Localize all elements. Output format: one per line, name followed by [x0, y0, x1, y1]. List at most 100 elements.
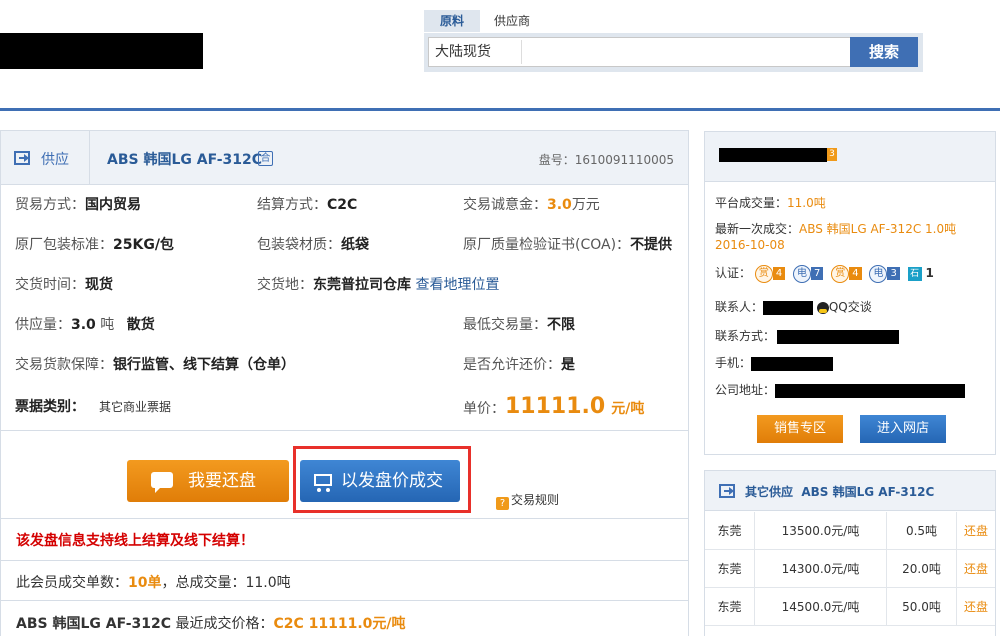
price-cell: 14500.0元/吨	[755, 588, 887, 626]
offer-type-label: 供应	[41, 152, 69, 168]
price-unit: 元/吨	[611, 401, 645, 417]
other-title-prefix: 其它供应	[745, 485, 794, 499]
offer-row-6: 票据类别： 其它商业票据 单价：11111.0 元/吨	[15, 387, 675, 427]
stone-count: 1	[925, 266, 934, 280]
mobile-label: 手机：	[715, 356, 752, 370]
counter-offer-button[interactable]: 我要还盘	[127, 460, 289, 502]
counter-offer-link[interactable]: 还盘	[957, 512, 995, 550]
trade-mode-value: 国内贸易	[85, 197, 141, 213]
stone-icon: 石	[907, 266, 922, 281]
offer-row-3: 交货时间：现货 交货地：东莞普拉司仓库 查看地理位置	[15, 265, 675, 305]
contact-label: 联系人：	[715, 300, 764, 314]
field-label: 交易货款保障：	[15, 357, 113, 373]
field-label: 包装袋材质：	[257, 237, 341, 253]
trade-rules-link[interactable]: ? 交易规则	[496, 491, 559, 510]
lot-number: 盘号：1610091110005	[539, 151, 674, 168]
field-label: 交易诚意金：	[463, 197, 547, 213]
search-button[interactable]: 搜索	[850, 37, 918, 67]
field-label: 结算方式：	[257, 197, 327, 213]
header-divider	[0, 108, 1000, 111]
offer-row-5: 交易货款保障：银行监管、线下结算（仓单） 是否允许还价：是	[15, 345, 675, 385]
delivery-time-value: 现货	[85, 277, 113, 293]
lot-value: 1610091110005	[574, 153, 674, 167]
bill-type-value: 其它商业票据	[99, 400, 172, 414]
field-label: 单价：	[463, 401, 505, 417]
settlement-notice: 该发盘信息支持线上结算及线下结算！	[16, 533, 254, 549]
reward-icon: 赏	[754, 264, 773, 283]
company-address: 公司地址：	[715, 381, 966, 398]
table-row: 东莞 14300.0元/吨 20.0吨 还盘	[705, 550, 995, 588]
offer-row-2: 原厂包装标准：25KG/包 包装袋材质：纸袋 原厂质量检验证书(COA)：不提供	[15, 225, 675, 265]
qq-chat-link[interactable]: QQ交谈	[816, 300, 872, 314]
lot-label: 盘号：	[538, 153, 575, 167]
last-price-label: 最近成交价格：	[175, 616, 274, 632]
counter-offer-link[interactable]: 还盘	[957, 588, 995, 626]
stats-label: 此会员成交单数：	[16, 575, 128, 591]
place-cell: 东莞	[705, 588, 755, 626]
orders-count: 10单	[128, 575, 162, 591]
cert-count: 7	[811, 267, 824, 280]
volume-label: ，总成交量：	[161, 575, 246, 591]
header-separator	[89, 131, 90, 185]
bargain-value: 是	[561, 357, 575, 373]
qty-cell: 0.5吨	[887, 512, 957, 550]
tab-material[interactable]: 原料	[424, 10, 480, 32]
delivery-place-value: 东莞普拉司仓库	[313, 277, 411, 293]
search-input[interactable]: 大陆现货	[428, 37, 854, 67]
counter-offer-link[interactable]: 还盘	[957, 550, 995, 588]
supply-arrow-icon	[719, 484, 735, 498]
divider	[0, 430, 689, 431]
platform-volume: 平台成交量：11.0吨	[715, 194, 826, 211]
certifications: 认证： 赏4 电7 赏4 电3 石 1	[715, 264, 934, 283]
question-icon: ?	[496, 497, 509, 510]
level-badge: 3	[827, 148, 837, 161]
supply-arrow-icon	[14, 151, 30, 165]
member-stats: 此会员成交单数：10单，总成交量：11.0吨	[16, 572, 291, 592]
address-label: 公司地址：	[715, 383, 776, 397]
latest-deal-label: 最新一次成交：	[715, 222, 800, 236]
deposit-unit: 万元	[571, 197, 600, 213]
divider	[0, 560, 689, 561]
last-price-value: C2C 11111.0元/吨	[273, 616, 406, 632]
reward-icon: 赏	[831, 264, 850, 283]
tab-supplier[interactable]: 供应商	[484, 10, 540, 32]
price-cell: 14300.0元/吨	[755, 550, 887, 588]
counter-offer-label: 我要还盘	[188, 471, 256, 491]
pack-standard-value: 25KG/包	[113, 237, 174, 253]
view-location-link[interactable]: 查看地理位置	[415, 277, 499, 293]
supply-qty-unit: 吨	[100, 317, 115, 333]
other-title-product: ABS 韩国LG AF-312C	[801, 485, 935, 499]
price-value: 11111.0	[505, 394, 606, 419]
field-label: 交货时间：	[15, 277, 85, 293]
offer-row-1: 贸易方式：国内贸易 结算方式：C2C 交易诚意金：3.0万元	[15, 185, 675, 225]
mobile: 手机：	[715, 354, 834, 371]
volume-value: 11.0吨	[245, 575, 291, 591]
product-title[interactable]: ABS 韩国LG AF-312C	[107, 149, 262, 169]
seller-name-redacted[interactable]	[719, 148, 827, 162]
divider	[0, 600, 689, 601]
other-supply-header: 其它供应 ABS 韩国LG AF-312C	[705, 471, 995, 511]
field-label: 原厂质量检验证书(COA)：	[463, 237, 631, 253]
search-bar: 大陆现货 搜索	[424, 33, 923, 72]
trade-rules-label: 交易规则	[511, 493, 560, 507]
divider	[0, 518, 689, 519]
supply-qty-value: 3.0	[71, 317, 96, 333]
qq-chat-label: QQ交谈	[828, 300, 872, 314]
contact-method-label: 联系方式：	[715, 329, 776, 343]
contact-method: 联系方式：	[715, 327, 900, 344]
address-redacted	[775, 383, 966, 398]
cert-count: 3	[887, 267, 900, 280]
sales-zone-button[interactable]: 销售专区	[757, 415, 843, 443]
enter-shop-button[interactable]: 进入网店	[860, 415, 946, 443]
mobile-redacted	[751, 356, 834, 371]
qty-cell: 20.0吨	[887, 550, 957, 588]
table-row: 东莞 14500.0元/吨 50.0吨 还盘	[705, 588, 995, 626]
coa-value: 不提供	[630, 237, 673, 253]
latest-deal: 最新一次成交：ABS 韩国LG AF-312C 1.0吨 2016-10-08	[715, 221, 989, 253]
last-deal-price: ABS 韩国LG AF-312C 最近成交价格：C2C 11111.0元/吨	[16, 613, 406, 633]
platform-volume-value: 11.0吨	[787, 196, 826, 210]
verified-icon: 合	[258, 151, 273, 166]
field-label: 是否允许还价：	[463, 357, 561, 373]
bag-material-value: 纸袋	[341, 237, 369, 253]
field-label: 交货地：	[257, 277, 313, 293]
